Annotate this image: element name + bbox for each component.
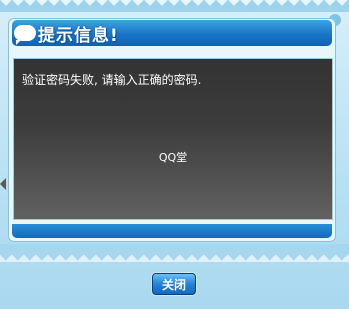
message-text: 验证密码失败, 请输入正确的密码. bbox=[22, 73, 202, 87]
bottom-decoration bbox=[0, 244, 349, 262]
source-label: QQ堂 bbox=[158, 151, 188, 164]
speech-bubble-icon bbox=[14, 25, 36, 45]
top-decoration bbox=[0, 0, 349, 12]
close-button[interactable]: 关闭 bbox=[152, 273, 196, 295]
alert-dialog: 提示信息! 验证密码失败, 请输入正确的密码. QQ堂 关闭 bbox=[0, 0, 349, 309]
message-panel: 验证密码失败, 请输入正确的密码. QQ堂 bbox=[13, 58, 333, 220]
left-arrow-icon bbox=[0, 178, 6, 190]
panel-bottom-bar bbox=[12, 224, 332, 238]
dialog-title: 提示信息! bbox=[14, 20, 119, 46]
dialog-title-text: 提示信息! bbox=[38, 25, 119, 46]
